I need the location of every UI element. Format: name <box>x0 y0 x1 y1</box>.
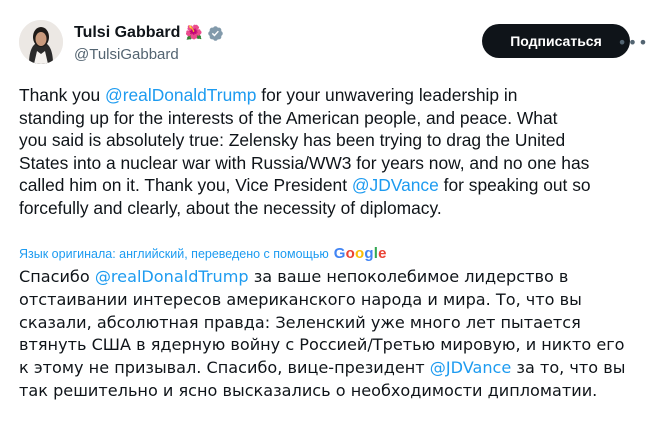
author-names: Tulsi Gabbard 🌺 @TulsiGabbard <box>74 23 224 63</box>
translation-note: Язык оригинала: английский, переведено с… <box>19 245 387 262</box>
translation-note-text[interactable]: Язык оригинала: английский, переведено с… <box>19 247 329 261</box>
avatar[interactable] <box>19 20 63 64</box>
text-segment: Thank you <box>19 85 106 105</box>
display-name-row: Tulsi Gabbard 🌺 <box>74 23 224 43</box>
tweet-text: Thank you @realDonaldTrump for your unwa… <box>19 84 647 220</box>
translated-tweet-text: Спасибо @realDonaldTrump за ваше непокол… <box>19 266 647 403</box>
subscribe-button[interactable]: Подписаться <box>482 24 630 58</box>
tweet-header: Tulsi Gabbard 🌺 @TulsiGabbard Подписатьс… <box>19 16 648 72</box>
mention-link[interactable]: @JDVance <box>430 358 512 377</box>
tweet-card: Tulsi Gabbard 🌺 @TulsiGabbard Подписатьс… <box>0 0 663 425</box>
mention-link[interactable]: @realDonaldTrump <box>95 267 249 286</box>
display-name[interactable]: Tulsi Gabbard <box>74 24 180 42</box>
flower-icon: 🌺 <box>185 25 203 41</box>
author-handle[interactable]: @TulsiGabbard <box>74 46 224 63</box>
mention-link[interactable]: @JDVance <box>352 175 439 195</box>
mention-link[interactable]: @realDonaldTrump <box>105 85 256 105</box>
verified-badge-icon[interactable] <box>207 25 224 42</box>
google-logo: Google <box>333 245 387 262</box>
text-segment: Спасибо <box>19 267 95 286</box>
more-options-icon[interactable]: ••• <box>617 30 647 54</box>
